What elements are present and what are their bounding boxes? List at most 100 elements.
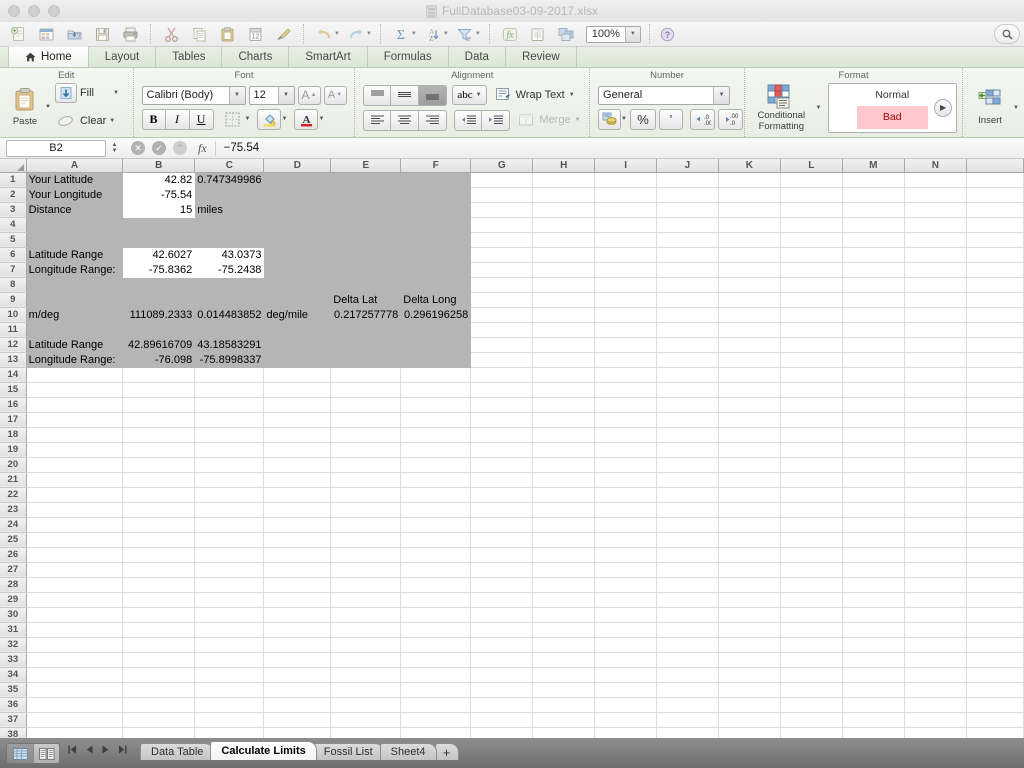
cell-C9[interactable]	[194, 292, 265, 308]
orientation-button[interactable]: abc ▼	[452, 85, 487, 105]
cell-F13[interactable]	[400, 352, 472, 368]
cell-N15[interactable]	[904, 382, 967, 398]
cell-J20[interactable]	[656, 457, 719, 473]
sheet-tab-calculate-limits[interactable]: Calculate Limits	[210, 741, 317, 760]
cell-A15[interactable]	[26, 382, 124, 398]
cell-A25[interactable]	[26, 532, 124, 548]
cell-A8[interactable]	[26, 277, 124, 293]
cell-D33[interactable]	[263, 652, 332, 668]
cell-F37[interactable]	[400, 712, 472, 728]
cell-G23[interactable]	[470, 502, 534, 518]
currency-format-button[interactable]	[598, 108, 622, 130]
cell-A4[interactable]	[26, 217, 124, 233]
cell-D30[interactable]	[263, 607, 332, 623]
cell-G17[interactable]	[470, 412, 534, 428]
column-header-N[interactable]: N	[904, 159, 967, 173]
cell-L13[interactable]	[780, 352, 843, 368]
cell-H4[interactable]	[532, 217, 596, 233]
next-sheet-icon[interactable]	[102, 745, 109, 754]
cell-J28[interactable]	[656, 577, 719, 593]
cell-L4[interactable]	[780, 217, 843, 233]
cell-N20[interactable]	[904, 457, 967, 473]
cell-overflow-27[interactable]	[966, 562, 1024, 578]
sort-icon[interactable]: AZ	[419, 23, 447, 45]
cell-M7[interactable]	[842, 262, 905, 278]
row-header-18[interactable]: 18	[0, 427, 27, 443]
borders-dropdown-icon[interactable]: ▼	[245, 116, 251, 122]
cell-I4[interactable]	[594, 217, 658, 233]
number-format-dropdown-icon[interactable]: ▼	[713, 86, 730, 104]
cell-G37[interactable]	[470, 712, 534, 728]
cell-F14[interactable]	[400, 367, 472, 383]
cell-C34[interactable]	[194, 667, 265, 683]
cell-B36[interactable]	[122, 697, 196, 713]
cell-overflow-28[interactable]	[966, 577, 1024, 593]
fill-dropdown-icon[interactable]: ▼	[113, 90, 119, 96]
cell-I3[interactable]	[594, 202, 658, 218]
cell-F27[interactable]	[400, 562, 472, 578]
cell-I6[interactable]	[594, 247, 658, 263]
cell-D36[interactable]	[263, 697, 332, 713]
row-header-11[interactable]: 11	[0, 322, 27, 338]
cell-H14[interactable]	[532, 367, 596, 383]
cell-K8[interactable]	[718, 277, 781, 293]
print-icon[interactable]	[116, 23, 144, 45]
cell-D14[interactable]	[263, 367, 332, 383]
cell-D2[interactable]	[263, 187, 332, 203]
sheet-view-icon[interactable]	[524, 23, 552, 45]
cell-M37[interactable]	[842, 712, 905, 728]
align-center-button[interactable]	[391, 109, 420, 131]
cell-M13[interactable]	[842, 352, 905, 368]
cell-K13[interactable]	[718, 352, 781, 368]
cell-D17[interactable]	[263, 412, 332, 428]
cell-F12[interactable]	[400, 337, 472, 353]
cell-K30[interactable]	[718, 607, 781, 623]
cell-L38[interactable]	[780, 727, 843, 738]
cell-F25[interactable]	[400, 532, 472, 548]
cell-K24[interactable]	[718, 517, 781, 533]
cell-E31[interactable]	[330, 622, 402, 638]
cell-N4[interactable]	[904, 217, 967, 233]
row-header-26[interactable]: 26	[0, 547, 27, 563]
cell-E30[interactable]	[330, 607, 402, 623]
cell-H8[interactable]	[532, 277, 596, 293]
cell-style-bad[interactable]: Bad	[856, 106, 929, 129]
cell-N13[interactable]	[904, 352, 967, 368]
cell-B19[interactable]	[122, 442, 196, 458]
wrap-text-dropdown-icon[interactable]: ▼	[569, 92, 575, 98]
row-header-8[interactable]: 8	[0, 277, 27, 293]
borders-button[interactable]	[221, 109, 245, 130]
cell-F7[interactable]	[400, 262, 472, 278]
cell-E27[interactable]	[330, 562, 402, 578]
cell-H25[interactable]	[532, 532, 596, 548]
search-input[interactable]	[994, 24, 1020, 44]
cell-B2[interactable]: -75.54	[122, 187, 196, 203]
cell-I17[interactable]	[594, 412, 658, 428]
cell-A26[interactable]	[26, 547, 124, 563]
cell-J12[interactable]	[656, 337, 719, 353]
cell-L16[interactable]	[780, 397, 843, 413]
row-header-35[interactable]: 35	[0, 682, 27, 698]
cell-B7[interactable]: -75.8362	[122, 262, 196, 278]
cell-J32[interactable]	[656, 637, 719, 653]
cell-M19[interactable]	[842, 442, 905, 458]
cell-C33[interactable]	[194, 652, 265, 668]
tab-charts[interactable]: Charts	[222, 46, 290, 67]
cell-M1[interactable]	[842, 172, 905, 188]
cell-overflow-9[interactable]	[966, 292, 1024, 308]
cell-F33[interactable]	[400, 652, 472, 668]
cell-N37[interactable]	[904, 712, 967, 728]
sheet-tab-sheet4[interactable]: Sheet4	[379, 743, 437, 760]
cell-D8[interactable]	[263, 277, 332, 293]
cell-H1[interactable]	[532, 172, 596, 188]
last-sheet-icon[interactable]	[118, 745, 127, 754]
cell-D1[interactable]	[263, 172, 332, 188]
cell-N17[interactable]	[904, 412, 967, 428]
percent-format-button[interactable]: %	[630, 108, 656, 130]
cell-J5[interactable]	[656, 232, 719, 248]
undo-icon[interactable]	[310, 23, 338, 45]
zoom-dropdown-icon[interactable]: ▼	[624, 26, 640, 42]
cell-A6[interactable]: Latitude Range	[26, 247, 124, 263]
cell-J34[interactable]	[656, 667, 719, 683]
zoom-value[interactable]: 100%	[586, 26, 625, 42]
